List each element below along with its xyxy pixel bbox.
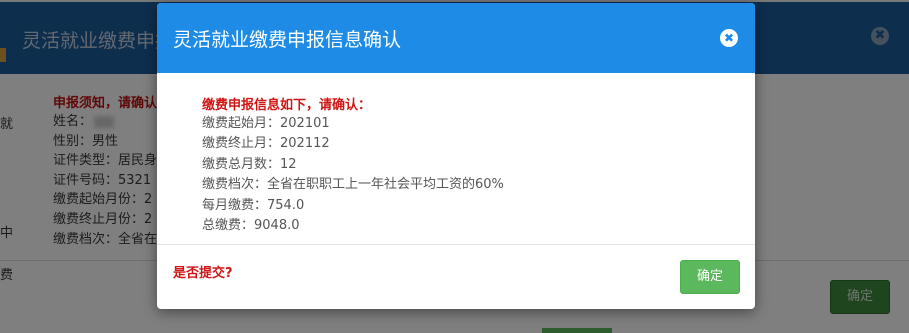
confirmation-modal: 灵活就业缴费申报信息确认 ✖ 缴费申报信息如下，请确认： 缴费起始月：20210… xyxy=(157,3,755,309)
submit-question: 是否提交? xyxy=(173,266,233,281)
screen: 灵活就业缴费申报 ✖ 申报须知，请确认 姓名： 性别：男性 证件类型：居民身 证… xyxy=(0,0,909,333)
payment-tier: 缴费档次：全省在职职工上一年社会平均工资的60% xyxy=(202,177,504,193)
close-icon[interactable]: ✖ xyxy=(720,29,738,47)
confirm-button[interactable]: 确定 xyxy=(680,260,740,294)
payment-info-list: 缴费起始月：202101 缴费终止月：202112 缴费总月数：12 缴费档次：… xyxy=(202,114,504,236)
payment-start-month: 缴费起始月：202101 xyxy=(202,116,330,131)
payment-total-months: 缴费总月数：12 xyxy=(202,156,297,172)
modal-info-heading: 缴费申报信息如下，请确认： xyxy=(202,98,372,113)
modal-header: 灵活就业缴费申报信息确认 ✖ xyxy=(157,3,755,73)
total-payment: 总缴费：9048.0 xyxy=(202,218,300,234)
modal-footer-divider xyxy=(157,244,755,245)
modal-body: 缴费申报信息如下，请确认： 缴费起始月：202101 缴费终止月：202112 … xyxy=(157,73,755,245)
monthly-payment: 每月缴费：754.0 xyxy=(202,197,305,213)
payment-end-month: 缴费终止月：202112 xyxy=(202,136,330,152)
modal-title: 灵活就业缴费申报信息确认 xyxy=(173,29,402,51)
